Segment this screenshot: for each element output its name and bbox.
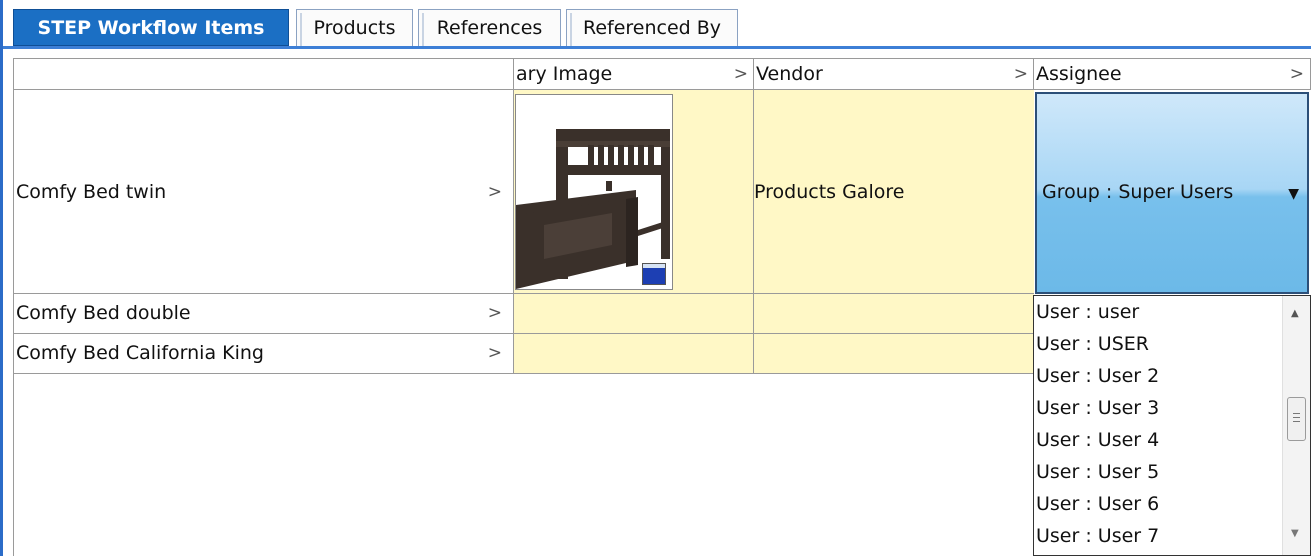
column-header-assignee[interactable]: Assignee >: [1033, 58, 1311, 90]
column-header-label: Assignee: [1036, 63, 1122, 85]
assignee-option[interactable]: User : User 3: [1036, 393, 1159, 424]
assignee-option[interactable]: User : User 7: [1036, 521, 1159, 552]
caret-down-icon[interactable]: ▼: [1288, 94, 1299, 294]
chevron-right-icon[interactable]: >: [734, 59, 748, 89]
chevron-right-icon[interactable]: >: [488, 334, 502, 372]
dropdown-scrollbar[interactable]: ▲ ▼: [1282, 296, 1310, 555]
chevron-right-icon[interactable]: >: [488, 294, 502, 332]
assignee-select[interactable]: Group : Super Users ▼: [1035, 92, 1309, 294]
chevron-right-icon[interactable]: >: [1014, 59, 1028, 89]
tab-referenced-by[interactable]: Referenced By: [566, 9, 738, 46]
product-image[interactable]: [515, 94, 673, 290]
bed-image: [516, 95, 672, 289]
assignee-option[interactable]: User : User 2: [1036, 361, 1159, 392]
column-header-vendor[interactable]: Vendor >: [753, 58, 1034, 90]
assignee-dropdown-list[interactable]: User : user User : USER User : User 2 Us…: [1033, 295, 1311, 556]
assignee-option[interactable]: User : User 6: [1036, 489, 1159, 520]
column-header-label: Vendor: [756, 63, 823, 85]
vendor-cell[interactable]: [753, 294, 1034, 334]
panel-left-border: [0, 0, 3, 556]
tab-bar: STEP Workflow Items Products References …: [3, 0, 1311, 49]
table-row-label[interactable]: Comfy Bed California King >: [13, 334, 514, 374]
row-name: Comfy Bed twin: [16, 181, 167, 203]
vendor-value: Products Galore: [754, 181, 905, 203]
column-header-label: ary Image: [516, 63, 613, 85]
vendor-cell[interactable]: Products Galore: [753, 90, 1034, 294]
scroll-up-icon[interactable]: ▲: [1291, 308, 1299, 319]
scrollbar-thumb[interactable]: [1287, 397, 1306, 441]
grid-border: [13, 374, 14, 556]
table-row-label[interactable]: Comfy Bed double >: [13, 294, 514, 334]
assignee-selected-value: Group : Super Users: [1042, 181, 1234, 203]
tab-references[interactable]: References: [418, 9, 561, 46]
assignee-option[interactable]: User : User 4: [1036, 425, 1159, 456]
tab-products[interactable]: Products: [296, 9, 413, 46]
workflow-panel: STEP Workflow Items Products References …: [0, 0, 1311, 556]
chevron-right-icon[interactable]: >: [488, 90, 502, 293]
column-header-primary-image[interactable]: ary Image >: [513, 58, 754, 90]
row-header-corner: [13, 58, 514, 90]
row-name: Comfy Bed California King: [16, 342, 264, 364]
vendor-cell[interactable]: [753, 334, 1034, 374]
image-window-icon[interactable]: [642, 263, 666, 285]
assignee-option[interactable]: User : User 5: [1036, 457, 1159, 488]
row-name: Comfy Bed double: [16, 302, 191, 324]
primary-image-cell[interactable]: [513, 334, 754, 374]
scroll-down-icon[interactable]: ▼: [1291, 528, 1299, 539]
tab-step-workflow-items[interactable]: STEP Workflow Items: [13, 9, 289, 46]
assignee-option[interactable]: User : USER: [1036, 329, 1149, 360]
primary-image-cell[interactable]: [513, 294, 754, 334]
assignee-option[interactable]: User : user: [1036, 297, 1139, 328]
chevron-right-icon[interactable]: >: [1290, 59, 1304, 89]
table-row-label[interactable]: Comfy Bed twin >: [13, 90, 514, 294]
